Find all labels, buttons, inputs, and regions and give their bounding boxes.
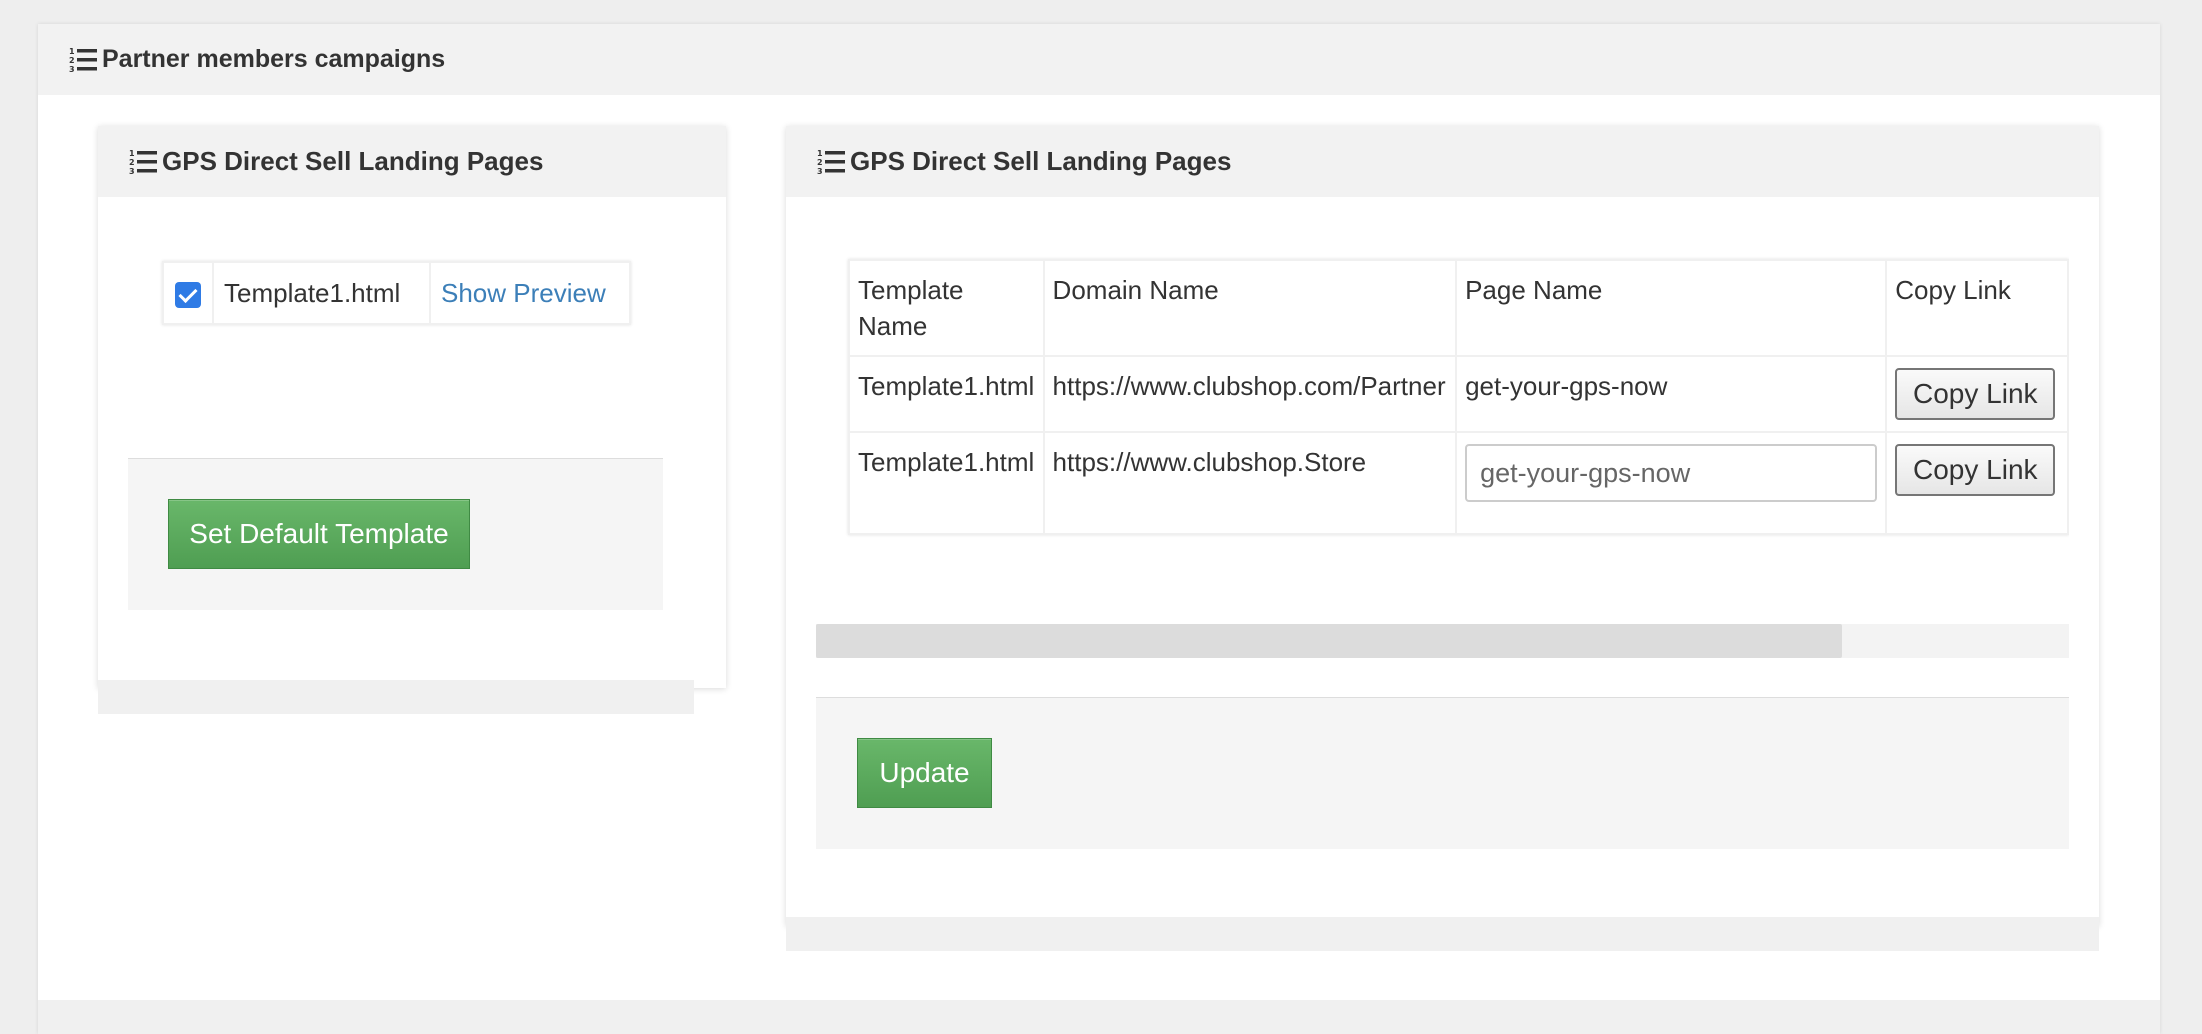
cell-domain-name: https://www.clubshop.com/Partner [1042, 355, 1458, 433]
table-row: Template1.html https://www.clubshop.com/… [848, 355, 2069, 433]
template-name: Template1.html [212, 261, 431, 325]
left-action-bar: Set Default Template [128, 458, 663, 610]
column-header-domain-name: Domain Name [1042, 259, 1458, 357]
template-select-panel: 1 2 3 GPS Direct Sell Landing Pages Temp… [98, 126, 726, 714]
show-preview-link[interactable]: Show Preview [429, 261, 631, 325]
svg-text:1: 1 [129, 149, 135, 158]
template-list: Template1.html Show Preview [162, 261, 631, 325]
outer-footer [38, 1000, 2160, 1034]
cell-copy-link: Copy Link [1885, 355, 2069, 433]
svg-text:2: 2 [69, 56, 75, 65]
svg-text:1: 1 [817, 149, 823, 158]
template-row: Template1.html Show Preview [162, 261, 631, 325]
update-button[interactable]: Update [857, 738, 992, 808]
svg-text:3: 3 [129, 167, 135, 176]
column-header-copy-link: Copy Link [1885, 259, 2069, 357]
ordered-list-icon: 1 2 3 [817, 149, 845, 176]
landing-pages-table: Template Name Domain Name Page Name Copy… [848, 259, 2069, 535]
column-header-page-name: Page Name [1455, 259, 1888, 357]
table-row: Template1.html https://www.clubshop.Stor… [848, 431, 2069, 535]
outer-header: 1 2 3 Partner members campaigns [38, 24, 2160, 95]
set-default-template-button[interactable]: Set Default Template [168, 499, 470, 569]
cell-template-name: Template1.html [848, 355, 1045, 433]
right-panel-header: 1 2 3 GPS Direct Sell Landing Pages [786, 126, 2099, 197]
landing-pages-panel: 1 2 3 GPS Direct Sell Landing Pages Temp… [786, 126, 2099, 951]
copy-link-button[interactable]: Copy Link [1895, 444, 2056, 496]
table-scroll-area: Template Name Domain Name Page Name Copy… [816, 197, 2069, 601]
svg-text:3: 3 [69, 65, 75, 74]
table-header-row: Template Name Domain Name Page Name Copy… [848, 259, 2069, 357]
left-panel-title: GPS Direct Sell Landing Pages [162, 146, 544, 176]
ordered-list-icon: 1 2 3 [129, 149, 157, 176]
right-panel-footer [786, 917, 2099, 951]
svg-text:3: 3 [817, 167, 823, 176]
left-panel-header: 1 2 3 GPS Direct Sell Landing Pages [98, 126, 726, 197]
partner-campaigns-container: 1 2 3 Partner members campaigns 1 2 3 GP… [38, 24, 2160, 1034]
cell-page-name: get-your-gps-now [1455, 355, 1888, 433]
svg-text:2: 2 [129, 158, 135, 167]
column-header-template-name: Template Name [848, 259, 1045, 357]
cell-page-name [1455, 431, 1888, 535]
scrollbar-thumb[interactable] [816, 624, 1842, 658]
right-action-bar: Update [816, 697, 2069, 849]
horizontal-scrollbar[interactable] [816, 624, 2069, 658]
ordered-list-icon: 1 2 3 [69, 47, 97, 74]
cell-copy-link: Copy Link [1885, 431, 2069, 535]
svg-text:1: 1 [69, 47, 75, 56]
right-panel-title: GPS Direct Sell Landing Pages [850, 146, 1232, 176]
cell-template-name: Template1.html [848, 431, 1045, 535]
template-checkbox-cell [162, 261, 214, 325]
outer-title: Partner members campaigns [102, 45, 446, 73]
copy-link-button[interactable]: Copy Link [1895, 368, 2056, 420]
template-checkbox[interactable] [175, 281, 201, 308]
cell-domain-name: https://www.clubshop.Store [1042, 431, 1458, 535]
page-name-input[interactable] [1465, 444, 1878, 502]
svg-text:2: 2 [817, 158, 823, 167]
left-panel-footer [98, 680, 694, 714]
